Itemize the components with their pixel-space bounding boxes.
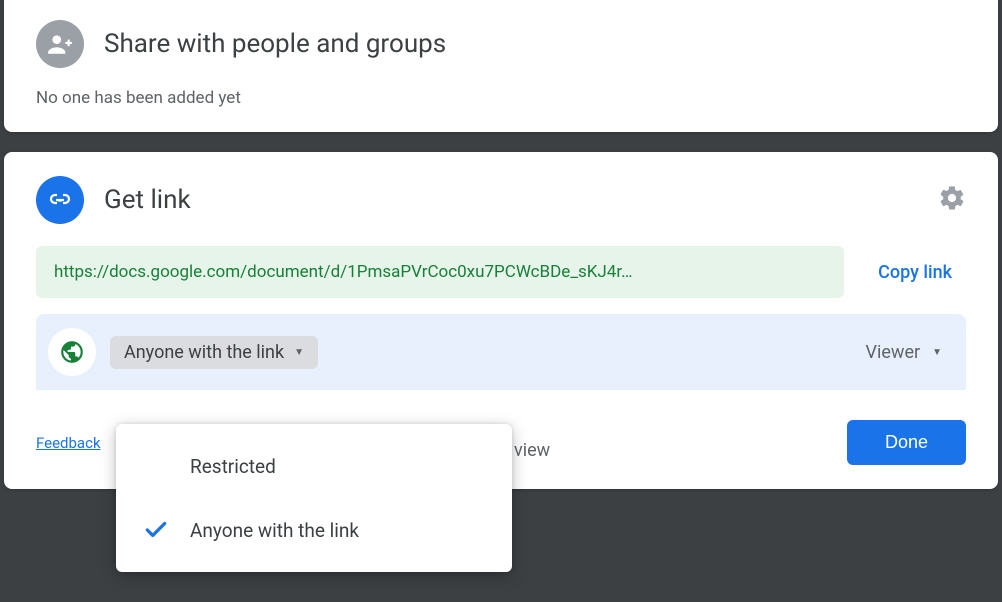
link-icon [36,176,84,224]
link-scope-label: Anyone with the link [124,342,284,363]
share-subtitle: No one has been added yet [36,88,966,108]
get-link-header: Get link [36,176,966,224]
caret-down-icon: ▼ [294,347,304,358]
people-add-icon [36,20,84,68]
done-button[interactable]: Done [847,420,966,465]
link-scope-menu: Restricted Anyone with the link [116,424,512,572]
check-icon [140,517,172,543]
globe-icon [48,328,96,376]
link-access-description-fragment: view [514,440,550,461]
get-link-title: Get link [104,185,191,215]
share-title: Share with people and groups [104,29,446,59]
share-url[interactable]: https://docs.google.com/document/d/1Pmsa… [36,246,844,298]
link-scope-dropdown[interactable]: Anyone with the link ▼ [110,336,318,369]
caret-down-icon: ▼ [932,347,942,358]
copy-link-button[interactable]: Copy link [864,254,966,291]
link-url-row: https://docs.google.com/document/d/1Pmsa… [36,246,966,298]
scope-option-label: Restricted [190,455,276,478]
feedback-link[interactable]: Feedback [36,434,101,452]
scope-option-restricted[interactable]: Restricted [116,434,512,498]
link-role-label: Viewer [866,342,921,363]
share-header: Share with people and groups [36,20,966,68]
link-access-row: Anyone with the link ▼ Viewer ▼ [36,314,966,390]
scope-option-label: Anyone with the link [190,519,359,542]
settings-button[interactable] [938,184,966,216]
scope-option-anyone[interactable]: Anyone with the link [116,498,512,562]
share-panel: Share with people and groups No one has … [4,0,998,132]
link-role-dropdown[interactable]: Viewer ▼ [866,342,950,363]
